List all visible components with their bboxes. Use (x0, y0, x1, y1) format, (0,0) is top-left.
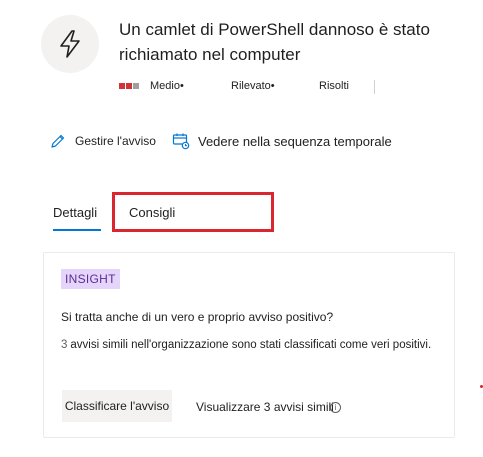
classify-alert-button[interactable]: Classificare l'avviso (62, 390, 172, 422)
insight-description-text: avvisi simili nell'organizzazione sono s… (70, 339, 432, 351)
metadata-divider (374, 80, 375, 94)
similar-alerts-count: 3 (61, 339, 68, 351)
timeline-icon (172, 132, 190, 150)
info-icon: i (329, 402, 341, 414)
recommendations-tab-highlight (112, 192, 274, 232)
insight-question: Si tratta anche di un vero e proprio avv… (61, 310, 334, 324)
tab-details[interactable]: Dettagli (53, 205, 97, 220)
severity-label: Medio• (150, 80, 184, 92)
insight-description: 3 avvisi simili nell'organizzazione sono … (61, 336, 441, 355)
detection-status: Rilevato• (231, 80, 275, 92)
view-similar-alerts-label: Visualizzare 3 avvisi simili (196, 400, 334, 414)
manage-alert-button[interactable]: Gestire l'avviso (49, 132, 156, 150)
alert-type-icon-container (41, 15, 99, 73)
manage-alert-label: Gestire l'avviso (75, 134, 156, 148)
view-similar-alerts-link[interactable]: Visualizzare 3 avvisi similii (196, 400, 341, 414)
view-timeline-button[interactable]: Vedere nella sequenza temporale (172, 132, 392, 150)
pencil-icon (49, 132, 67, 150)
resolution-status: Risolti (319, 80, 349, 92)
insight-badge: INSIGHT (61, 269, 120, 289)
insight-card: INSIGHT Si tratta anche di un vero e pro… (43, 252, 455, 438)
lightning-bolt-icon (60, 30, 80, 58)
view-timeline-label: Vedere nella sequenza temporale (198, 133, 392, 149)
severity-indicator-icon (119, 83, 139, 89)
alert-title: Un camlet di PowerShell dannoso è stato … (119, 20, 430, 64)
tab-selected-indicator (53, 229, 101, 231)
